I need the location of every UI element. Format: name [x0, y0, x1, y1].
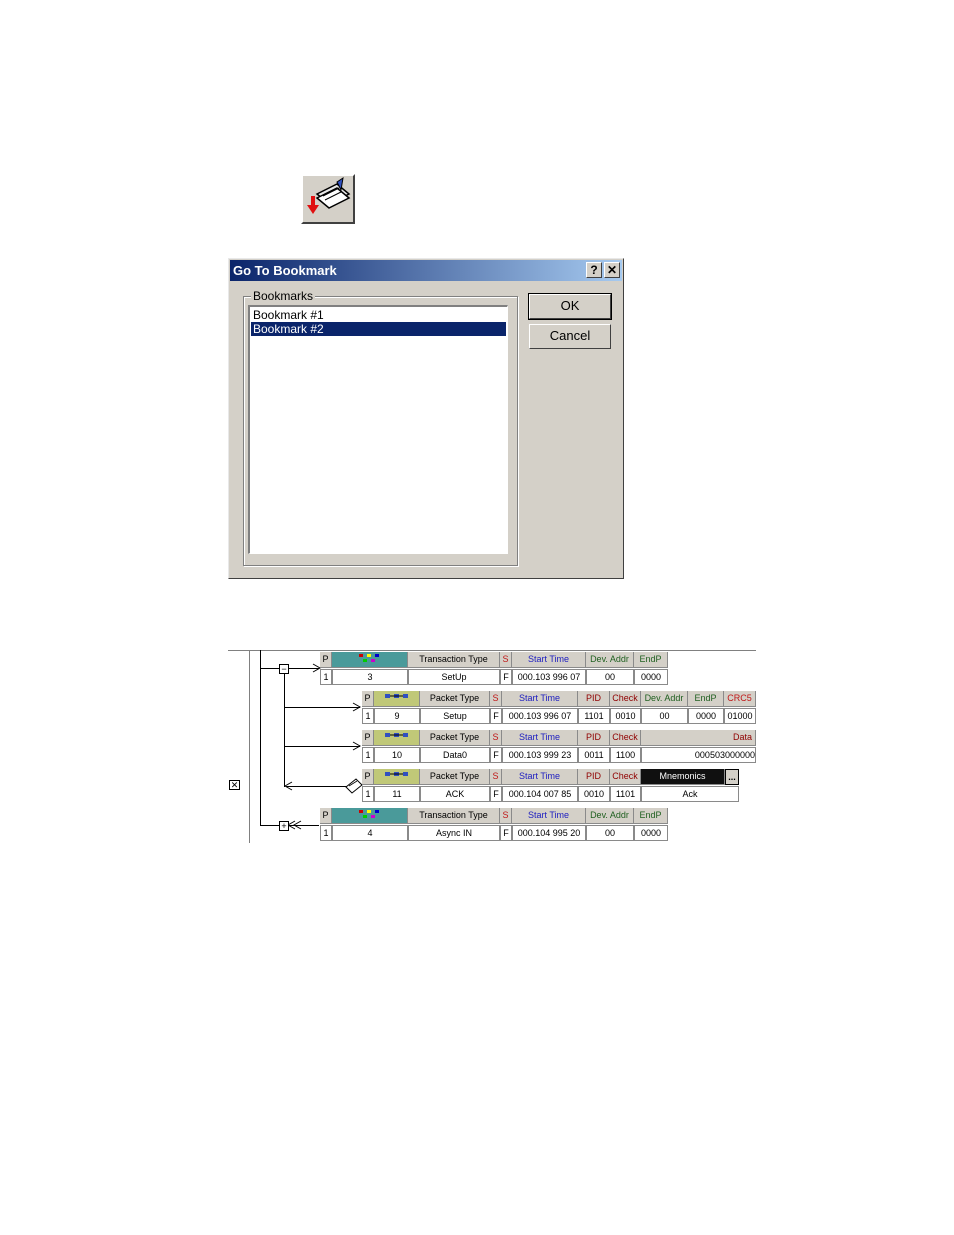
value-data: 000503000000	[641, 747, 756, 763]
header-check: Check	[610, 769, 641, 785]
value-start-time: 000.103 996 07	[502, 708, 578, 724]
goto-bookmark-toolbar-button[interactable]	[301, 174, 355, 224]
header-s: S	[500, 652, 512, 668]
header-mnemonics: Mnemonics	[641, 769, 725, 785]
value-pid: 0011	[578, 747, 610, 763]
value-number: 10	[374, 747, 420, 763]
value-endp: 0000	[634, 669, 668, 685]
header-p: P	[362, 691, 374, 707]
header-endp: EndP	[634, 652, 668, 668]
value-check: 1100	[610, 747, 641, 763]
header-pid: PID	[578, 769, 610, 785]
value-number: 3	[332, 669, 408, 685]
value-number: 9	[374, 708, 420, 724]
bookmark-list-item[interactable]: Bookmark #1	[251, 308, 506, 322]
value-start-time: 000.103 996 07	[512, 669, 586, 685]
header-start-time: Start Time	[502, 730, 578, 746]
value-p: 1	[362, 708, 374, 724]
value-p: 1	[320, 825, 332, 841]
header-p: P	[320, 652, 332, 668]
bookmarks-listbox[interactable]: Bookmark #1 Bookmark #2	[248, 305, 508, 554]
value-p: 1	[362, 786, 374, 802]
value-start-time: 000.104 995 20	[512, 825, 586, 841]
value-endp: 0000	[634, 825, 668, 841]
header-s: S	[490, 730, 502, 746]
header-dev-addr: Dev. Addr	[641, 691, 688, 707]
goto-bookmark-icon	[307, 176, 351, 214]
value-dev-addr: 00	[586, 825, 634, 841]
value-pid: 0010	[578, 786, 610, 802]
value-p: 1	[362, 747, 374, 763]
value-pid: 1101	[578, 708, 610, 724]
value-check: 1101	[610, 786, 641, 802]
goto-bookmark-dialog: Go To Bookmark ? ✕ Bookmarks Bookmark #1…	[228, 258, 624, 579]
ok-button[interactable]: OK	[528, 293, 612, 320]
value-transaction-type: Async IN	[408, 825, 500, 841]
header-s: S	[490, 769, 502, 785]
header-s: S	[500, 808, 512, 824]
value-p: 1	[320, 669, 332, 685]
cancel-button[interactable]: Cancel	[529, 324, 611, 349]
packet-icon	[374, 769, 420, 785]
value-number: 11	[374, 786, 420, 802]
header-pid: PID	[578, 691, 610, 707]
header-dev-addr: Dev. Addr	[586, 808, 634, 824]
expand-toggle[interactable]: +	[279, 821, 289, 831]
value-s: F	[490, 786, 502, 802]
header-check: Check	[610, 730, 641, 746]
dialog-title: Go To Bookmark	[233, 263, 337, 278]
header-check: Check	[610, 691, 641, 707]
packet-icon	[374, 691, 420, 707]
header-start-time: Start Time	[512, 652, 586, 668]
header-start-time: Start Time	[502, 691, 578, 707]
value-number: 4	[332, 825, 408, 841]
bookmark-list-item-selected[interactable]: Bookmark #2	[251, 322, 506, 336]
header-packet-type: Packet Type	[420, 769, 490, 785]
transaction-icon	[332, 652, 408, 668]
header-crc5: CRC5	[724, 691, 756, 707]
header-start-time: Start Time	[502, 769, 578, 785]
transaction-icon	[332, 808, 408, 824]
value-packet-type: Setup	[420, 708, 490, 724]
close-marker-icon[interactable]: ✕	[229, 780, 240, 790]
mnemonics-more-button[interactable]: ...	[725, 769, 739, 785]
value-s: F	[500, 825, 512, 841]
collapse-toggle[interactable]: −	[279, 664, 289, 674]
value-transaction-type: SetUp	[408, 669, 500, 685]
value-check: 0010	[610, 708, 641, 724]
value-start-time: 000.104 007 85	[502, 786, 578, 802]
header-endp: EndP	[634, 808, 668, 824]
value-endp: 0000	[688, 708, 724, 724]
value-packet-type: ACK	[420, 786, 490, 802]
bookmarks-group-label: Bookmarks	[251, 289, 316, 303]
close-button[interactable]: ✕	[604, 262, 620, 278]
value-start-time: 000.103 999 23	[502, 747, 578, 763]
header-packet-type: Packet Type	[420, 691, 490, 707]
header-pid: PID	[578, 730, 610, 746]
value-crc5: 01000	[724, 708, 756, 724]
header-p: P	[362, 769, 374, 785]
value-dev-addr: 00	[641, 708, 688, 724]
packet-icon	[374, 730, 420, 746]
header-s: S	[490, 691, 502, 707]
value-dev-addr: 00	[586, 669, 634, 685]
header-endp: EndP	[688, 691, 724, 707]
header-transaction-type: Transaction Type	[408, 652, 500, 668]
trace-tree-panel: − + ✕ P Transaction Type S Start Time De…	[228, 647, 756, 843]
value-s: F	[490, 747, 502, 763]
header-dev-addr: Dev. Addr	[586, 652, 634, 668]
help-button[interactable]: ?	[586, 262, 602, 278]
header-data: Data	[641, 730, 756, 746]
header-start-time: Start Time	[512, 808, 586, 824]
value-s: F	[490, 708, 502, 724]
value-s: F	[500, 669, 512, 685]
value-packet-type: Data0	[420, 747, 490, 763]
header-p: P	[320, 808, 332, 824]
header-packet-type: Packet Type	[420, 730, 490, 746]
dialog-titlebar[interactable]: Go To Bookmark ? ✕	[230, 260, 622, 281]
header-p: P	[362, 730, 374, 746]
header-transaction-type: Transaction Type	[408, 808, 500, 824]
value-mnemonics: Ack	[641, 786, 739, 802]
